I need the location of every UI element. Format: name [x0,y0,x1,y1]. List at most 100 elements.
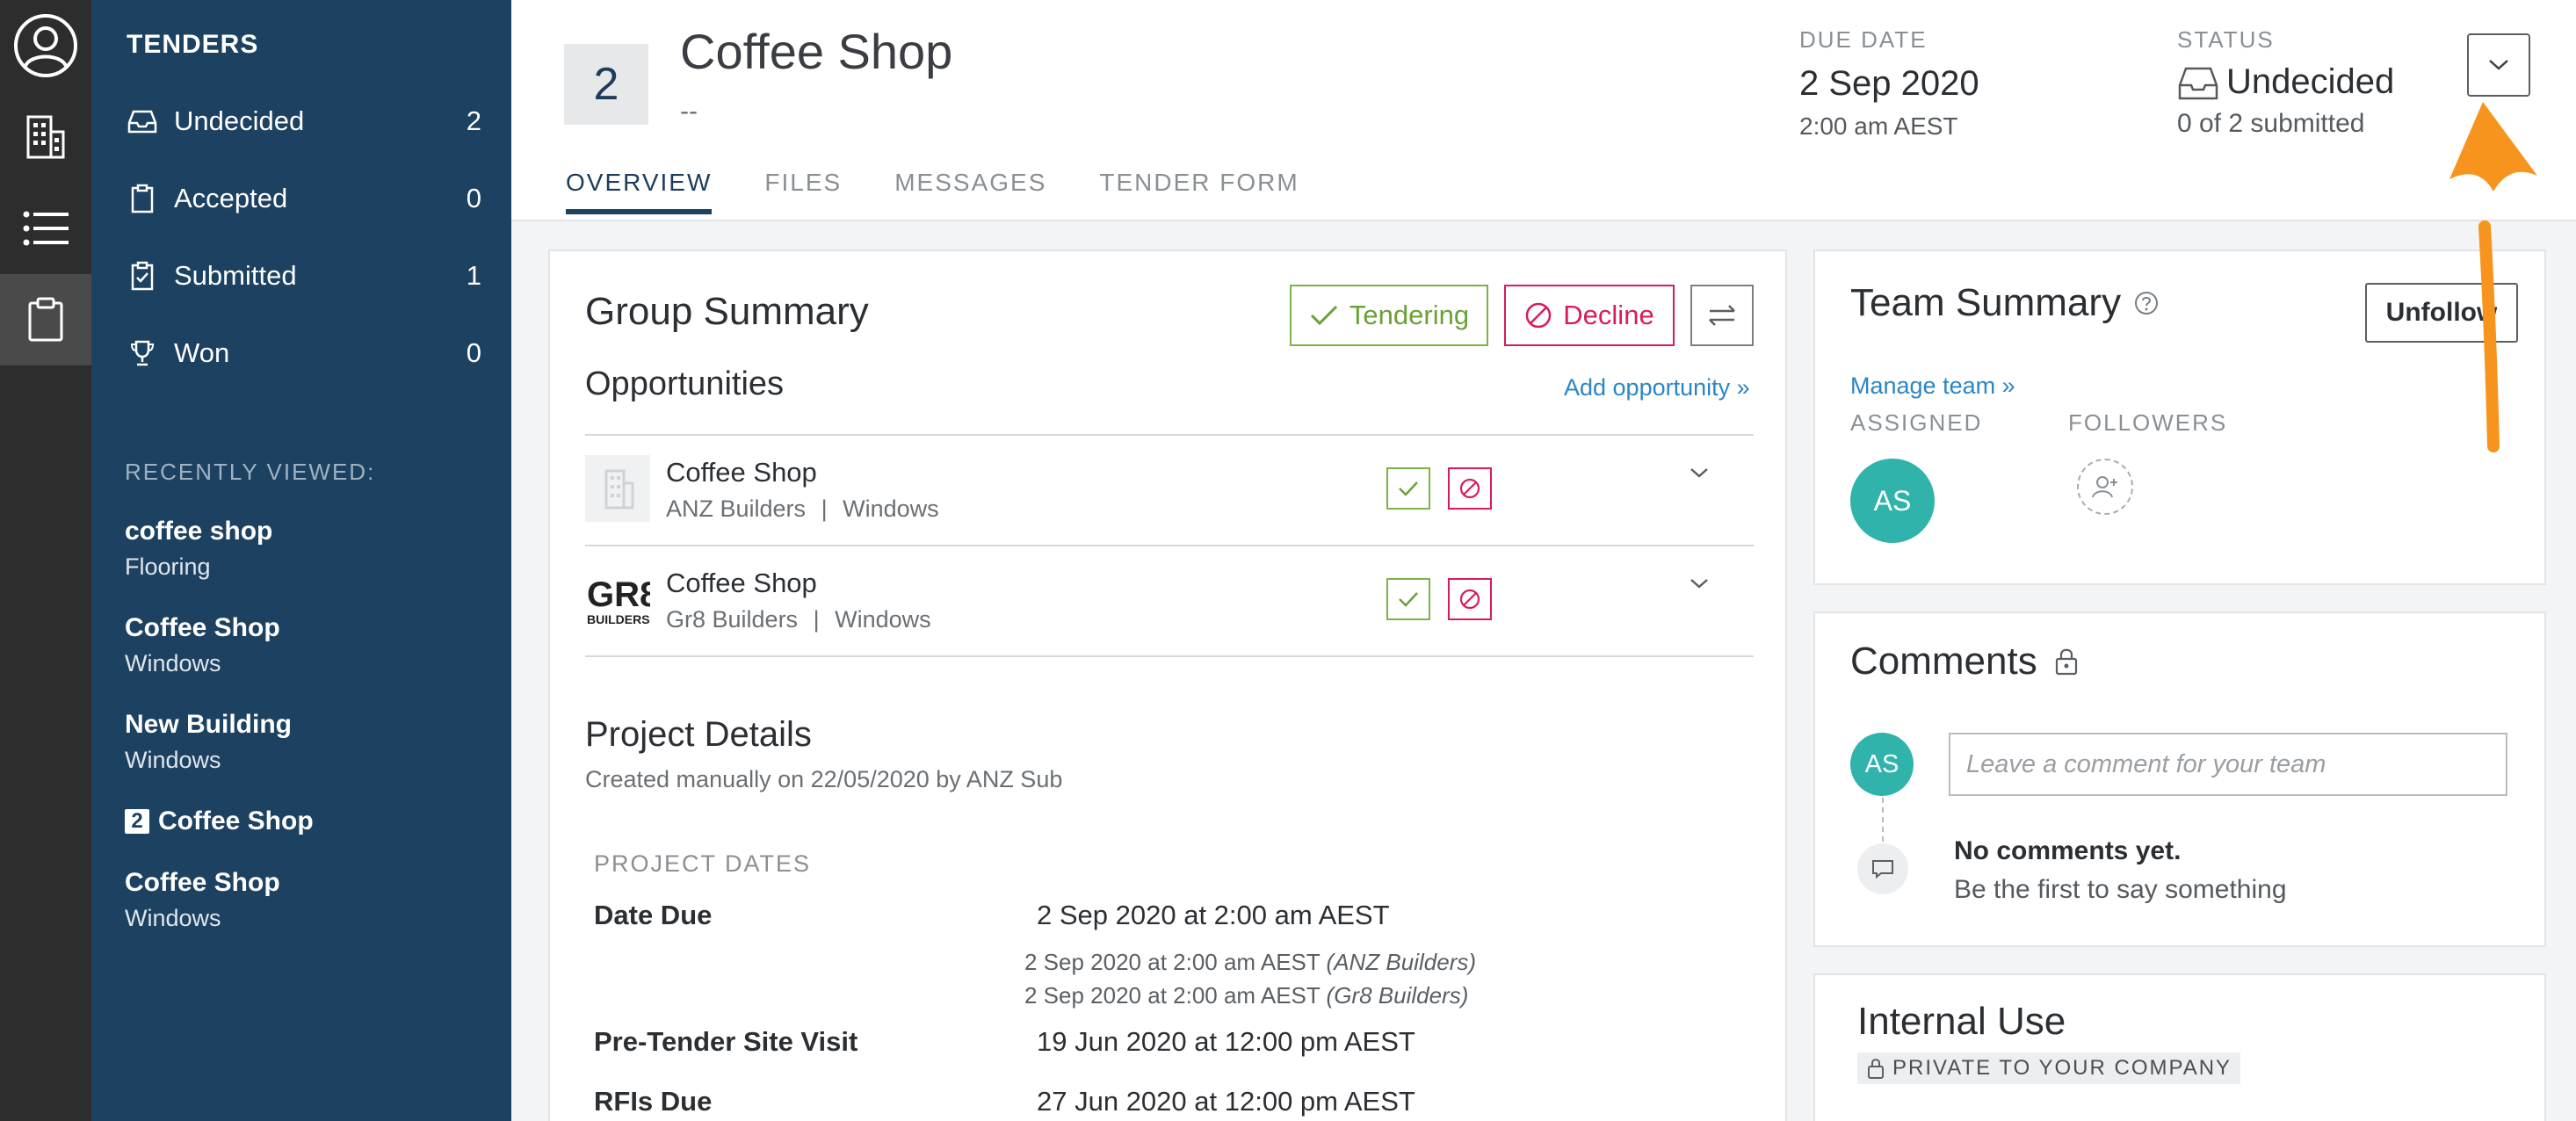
tab-files[interactable]: FILES [764,169,842,214]
project-dates-heading: PROJECT DATES [594,850,812,877]
due-date-label: DUE DATE [1799,26,1928,53]
manage-team-link[interactable]: Manage team » [1850,372,2015,400]
note-date: 2 Sep 2020 at 2:00 am AEST [1024,982,1321,1009]
status-dropdown-button[interactable] [2467,33,2530,97]
recent-item-sub: Windows [125,747,221,773]
no-comments-text: No comments yet. [1954,836,2182,865]
decline-label: Decline [1563,300,1654,330]
tenders-sidebar: TENDERS Undecided 2 Accepted 0 Submitted… [91,0,511,1121]
recent-item[interactable]: Coffee Shop Windows [125,613,280,677]
due-date-value: 2 Sep 2020 [1799,64,1979,103]
internal-use-panel: Internal Use PRIVATE TO YOUR COMPANY [1813,973,2546,1121]
due-date-block: DUE DATE 2 Sep 2020 2:00 am AEST [1799,26,1979,141]
opportunities-title: Opportunities [585,365,785,402]
tab-bar: OVERVIEW FILES MESSAGES TENDER FORM [566,169,1352,214]
sidebar-item-submitted[interactable]: Submitted 1 [127,250,481,302]
user-circle-icon [14,14,77,77]
companies-button[interactable] [0,91,91,183]
group-summary-panel: Group Summary Tendering Decline Opportun… [548,250,1787,1121]
opportunity-meta: ANZ Builders | Windows [666,495,939,523]
chevron-down-icon [2489,60,2508,70]
profile-button[interactable] [0,0,91,91]
annotation-arrow [2442,95,2548,459]
recent-item-title: Coffee Shop [125,868,280,897]
recent-item-title: Coffee Shop [158,806,314,835]
sidebar-item-label: Undecided [174,105,305,136]
decline-opportunity-button[interactable] [1448,578,1492,620]
recent-item[interactable]: Coffee Shop Windows [125,868,280,932]
sidebar-item-count: 1 [466,260,481,291]
be-first-text: Be the first to say something [1954,875,2287,904]
swap-button[interactable] [1690,285,1754,346]
recent-item[interactable]: New Building Windows [125,710,292,774]
chevron-down-icon [1690,468,1708,478]
expand-row-button[interactable] [1689,466,1710,484]
sidebar-item-label: Won [174,337,230,368]
check-icon [1399,592,1418,607]
list-icon [23,211,69,246]
accept-opportunity-button[interactable] [1386,578,1430,620]
add-user-icon [2092,476,2117,498]
opportunity-name: Coffee Shop [666,457,817,488]
comments-header: Comments [1850,640,2080,683]
avatar: AS [1850,733,1914,796]
date-due-label: Date Due [594,900,713,930]
opportunity-company: Gr8 Builders [666,606,799,633]
recent-item-title-row: 2 Coffee Shop [125,806,314,836]
group-count-badge: 2 [564,44,648,125]
sidebar-item-undecided[interactable]: Undecided 2 [127,95,481,148]
inbox-icon [2178,67,2218,99]
tab-messages[interactable]: MESSAGES [894,169,1046,214]
sidebar-item-count: 0 [466,183,481,213]
company-logo-placeholder [585,455,650,522]
project-created-text: Created manually on 22/05/2020 by ANZ Su… [585,766,1063,792]
date-due-value: 2 Sep 2020 at 2:00 am AEST [1037,900,1390,930]
team-summary-title: Team Summary [1850,281,2122,324]
tab-overview[interactable]: OVERVIEW [566,169,713,214]
date-due-note: 2 Sep 2020 at 2:00 am AEST (Gr8 Builders… [1024,982,1468,1009]
recent-item[interactable]: coffee shop Flooring [125,517,272,581]
comment-input[interactable]: Leave a comment for your team [1949,733,2507,796]
due-time-value: 2:00 am AEST [1799,112,1958,140]
decline-opportunity-button[interactable] [1448,467,1492,510]
check-icon [1310,305,1337,326]
date-due-note: 2 Sep 2020 at 2:00 am AEST (ANZ Builders… [1024,949,1476,976]
site-visit-value: 19 Jun 2020 at 12:00 pm AEST [1037,1026,1415,1057]
sidebar-item-accepted[interactable]: Accepted 0 [127,172,481,225]
clipboard-icon [127,183,158,214]
sidebar-item-count: 0 [466,337,481,368]
add-opportunity-link[interactable]: Add opportunity » [1564,374,1750,401]
opportunity-row[interactable]: GR8 BUILDERS Coffee Shop Gr8 Builders | … [585,546,1754,655]
private-badge: PRIVATE TO YOUR COMPANY [1857,1052,2241,1084]
opportunity-trade: Windows [843,495,939,522]
meta-separator: | [821,495,828,522]
tab-tender-form[interactable]: TENDER FORM [1099,169,1299,214]
opportunity-row[interactable]: Coffee Shop ANZ Builders | Windows [585,436,1754,545]
sidebar-item-won[interactable]: Won 0 [127,327,481,380]
tenders-button[interactable] [0,274,91,365]
recent-item-sub: Flooring [125,553,211,580]
tendering-button[interactable]: Tendering [1290,285,1488,346]
add-follower-button[interactable] [2077,459,2133,515]
recently-viewed-heading: RECENTLY VIEWED: [125,459,376,485]
inbox-icon [127,105,158,137]
internal-use-title: Internal Use [1857,1000,2066,1043]
decline-button[interactable]: Decline [1504,285,1675,346]
group-count-badge: 2 [125,809,149,834]
note-company: (Gr8 Builders) [1326,982,1469,1009]
building-icon [585,455,650,522]
expand-row-button[interactable] [1689,576,1710,595]
recent-item[interactable]: 2 Coffee Shop [125,806,314,836]
ban-icon [1459,589,1480,610]
accept-opportunity-button[interactable] [1386,467,1430,510]
meta-separator: | [813,606,820,633]
sidebar-item-label: Accepted [174,183,288,213]
status-value-row: Undecided [2177,62,2394,102]
avatar[interactable]: AS [1850,459,1935,543]
comment-bubble-icon [1857,843,1908,894]
lock-icon [2055,648,2077,676]
status-value: Undecided [2226,62,2395,101]
list-button[interactable] [0,183,91,274]
site-visit-label: Pre-Tender Site Visit [594,1026,858,1057]
help-icon[interactable] [2133,290,2160,316]
